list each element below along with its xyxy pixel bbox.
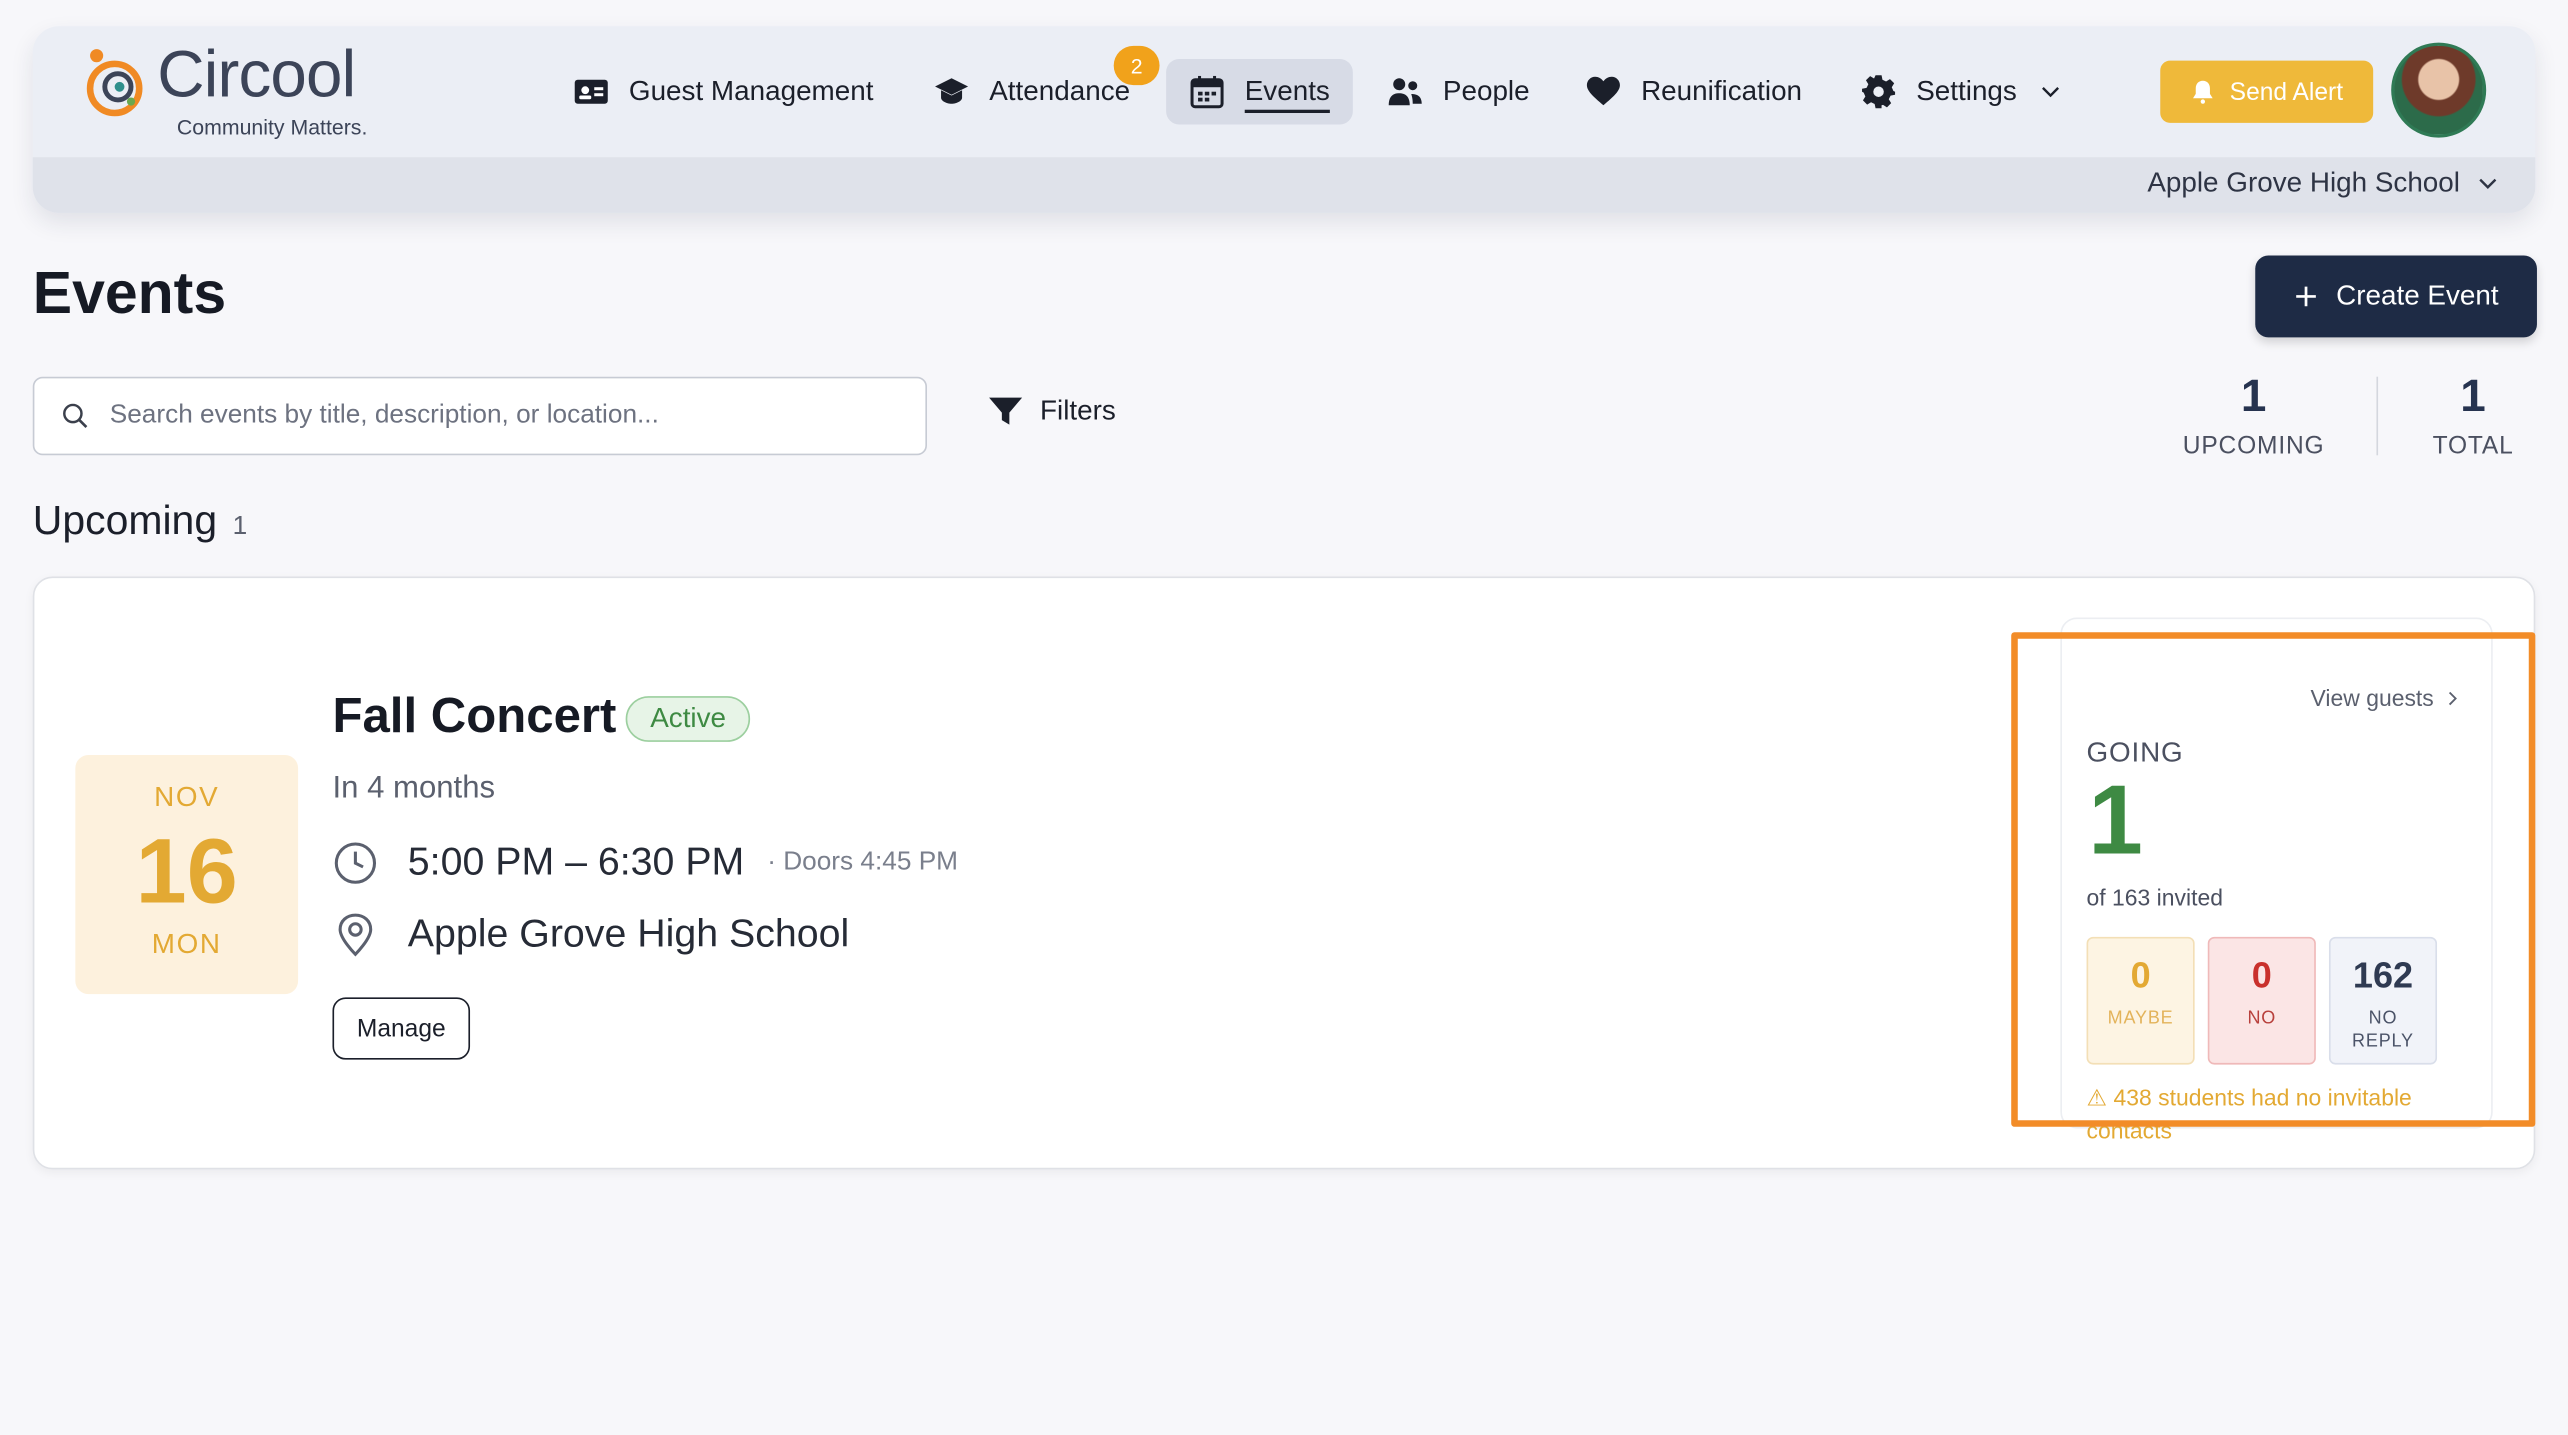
invited-count: of 163 invited (2086, 884, 2223, 911)
nav-label: Guest Management (628, 75, 874, 107)
upcoming-count: 1 (2240, 370, 2267, 421)
going-count: 1 (2088, 764, 2143, 875)
event-time-row: 5:00 PM – 6:30 PM · Doors 4:45 PM (332, 840, 958, 886)
no-reply-label: NO REPLY (2352, 1008, 2414, 1052)
search-icon (63, 403, 88, 429)
map-pin-icon (338, 913, 373, 957)
nav-label: Attendance (989, 75, 1131, 107)
upcoming-stat: 1 UPCOMING (2164, 370, 2344, 460)
event-weekday: MON (151, 928, 222, 960)
maybe-count: 0 (2130, 954, 2151, 996)
event-relative-time: In 4 months (332, 771, 496, 806)
view-guests-link[interactable]: View guests (2311, 685, 2462, 711)
event-card[interactable]: NOV 16 MON Fall Concert Active In 4 mont… (32, 576, 2536, 1170)
rsvp-no-reply-box: 162 NO REPLY (2328, 936, 2438, 1065)
people-icon (1388, 78, 1422, 106)
brand-tagline: Community Matters. (176, 114, 368, 140)
funnel-icon (989, 397, 1023, 425)
event-doors-time: · Doors 4:45 PM (767, 848, 959, 877)
nav-reunification[interactable]: Reunification (1585, 59, 1802, 125)
nav-guest-management[interactable]: Guest Management (573, 59, 873, 125)
total-count: 1 (2460, 370, 2486, 421)
rsvp-maybe-box: 0 MAYBE (2086, 936, 2195, 1065)
stat-divider (2376, 376, 2379, 456)
nav-label: Reunification (1641, 75, 1803, 107)
section-title-upcoming: Upcoming (32, 497, 218, 544)
event-search-box (32, 376, 927, 456)
upcoming-label: UPCOMING (2182, 432, 2325, 461)
no-reply-count: 162 (2352, 954, 2414, 996)
send-alert-button[interactable]: Send Alert (2160, 60, 2374, 123)
school-bar: Apple Grove High School (32, 157, 2536, 213)
total-label: TOTAL (2432, 432, 2514, 461)
top-header: Circool Community Matters. Guest Managem… (32, 26, 2536, 213)
school-name: Apple Grove High School (2147, 167, 2460, 199)
filters-button[interactable]: Filters (988, 393, 1116, 429)
manage-event-button[interactable]: Manage (332, 997, 471, 1060)
nav-label: People (1442, 75, 1530, 107)
section-count: 1 (232, 512, 248, 541)
event-location: Apple Grove High School (407, 912, 850, 957)
maybe-label: MAYBE (2107, 1008, 2174, 1029)
no-count: 0 (2251, 954, 2272, 996)
filters-label: Filters (1040, 394, 1116, 426)
create-event-button[interactable]: Create Event (2255, 255, 2537, 338)
nav-label: Settings (1916, 75, 2017, 107)
chevron-down-icon (2479, 178, 2497, 189)
view-guests-label: View guests (2310, 684, 2434, 711)
rsvp-summary-panel: View guests GOING 1 of 163 invited 0 MAY… (2060, 617, 2493, 1143)
school-selector[interactable]: Apple Grove High School (2147, 167, 2499, 200)
event-date-tile: NOV 16 MON (75, 755, 299, 995)
event-status-badge: Active (625, 696, 751, 742)
event-time: 5:00 PM – 6:30 PM (407, 840, 745, 885)
nav-people[interactable]: People (1387, 59, 1530, 125)
calendar-icon (1190, 75, 1224, 109)
circool-logo-icon (86, 49, 143, 117)
attendance-count-badge: 2 (1113, 45, 1160, 86)
nav-label: Events (1244, 75, 1330, 107)
page-title: Events (32, 258, 227, 326)
chevron-down-icon (2042, 87, 2060, 98)
header-main-bar: Circool Community Matters. Guest Managem… (33, 26, 2536, 157)
event-location-row: Apple Grove High School (332, 912, 849, 958)
nav-events[interactable]: Events (1166, 58, 1353, 125)
gear-icon (1862, 75, 1896, 109)
clock-icon (334, 842, 377, 884)
heart-icon (1586, 76, 1620, 106)
event-day: 16 (135, 818, 238, 923)
nav-attendance[interactable]: Attendance 2 (934, 45, 1160, 125)
create-event-label: Create Event (2336, 280, 2499, 312)
user-avatar[interactable] (2391, 42, 2487, 138)
rsvp-no-box: 0 NO (2207, 936, 2316, 1065)
event-month: NOV (154, 781, 220, 813)
send-alert-label: Send Alert (2229, 77, 2344, 106)
brand-name: Circool (157, 39, 356, 112)
graduation-cap-icon (935, 78, 969, 104)
search-input[interactable] (106, 399, 867, 433)
bell-alert-icon (2193, 80, 2214, 104)
id-card-icon (574, 79, 608, 104)
chevron-right-icon (2448, 691, 2457, 705)
no-label: NO (2247, 1008, 2277, 1029)
circool-logo[interactable]: Circool Community Matters. (82, 39, 410, 144)
event-title[interactable]: Fall Concert (332, 690, 616, 746)
total-stat: 1 TOTAL (2383, 370, 2563, 460)
plus-icon (2296, 286, 2317, 307)
no-contacts-warning: ⚠ 438 students had no invitable contacts (2086, 1084, 2412, 1144)
nav-settings[interactable]: Settings (1861, 59, 2063, 125)
